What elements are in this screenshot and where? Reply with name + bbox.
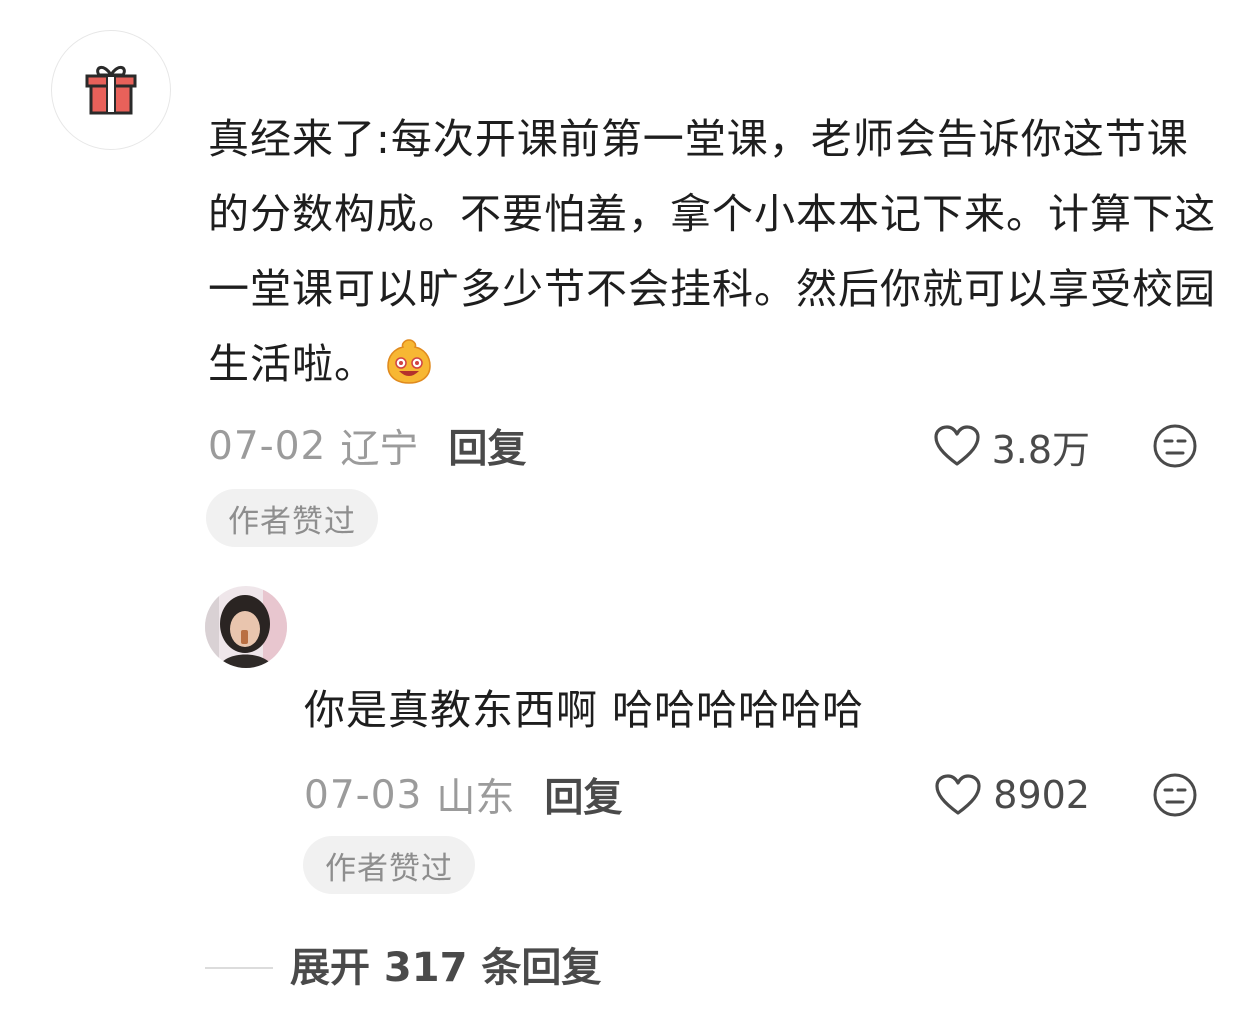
heart-icon [935, 774, 981, 815]
expand-divider [205, 967, 273, 969]
neutral-face-icon [1153, 424, 1197, 468]
smiling-face-emoji [387, 339, 431, 384]
author-liked-badge: 作者赞过 [206, 489, 378, 547]
user-photo [205, 586, 287, 668]
dislike-button[interactable] [1152, 423, 1198, 469]
dislike-button[interactable] [1152, 772, 1198, 818]
comment-body: 真经来了:每次开课前第一堂课，老师会告诉你这节课的分数构成。不要怕羞，拿个小本本… [208, 115, 1216, 388]
reply-button[interactable]: 回复 [544, 767, 622, 823]
reply-date: 07-03 [304, 772, 423, 818]
like-button[interactable]: 3.8万 [933, 419, 1090, 474]
gift-icon [85, 66, 137, 115]
like-count: 3.8万 [991, 427, 1090, 472]
username[interactable] [208, 60, 338, 80]
author-liked-badge: 作者赞过 [303, 836, 475, 894]
reply-location: 山东 [436, 776, 515, 821]
like-button[interactable]: 8902 [935, 773, 1090, 817]
reply-text: 你是真教东西啊 哈哈哈哈哈哈 [304, 686, 865, 734]
comment-text: 真经来了:每次开课前第一堂课，老师会告诉你这节课的分数构成。不要怕羞，拿个小本本… [208, 102, 1218, 402]
reply-avatar[interactable] [205, 586, 287, 668]
reply-meta: 07-03 山东 回复 8902 [304, 765, 1198, 825]
comment-location: 辽宁 [340, 427, 419, 472]
neutral-face-icon [1153, 773, 1197, 817]
comment-meta: 07-02 辽宁 回复 3.8万 [208, 416, 1198, 476]
heart-icon [933, 425, 980, 466]
expand-replies-button[interactable]: 展开 317 条回复 [290, 940, 601, 996]
comment-date: 07-02 [208, 423, 327, 469]
reply-button[interactable]: 回复 [448, 418, 526, 474]
like-count: 8902 [993, 773, 1090, 817]
avatar[interactable] [51, 30, 171, 150]
